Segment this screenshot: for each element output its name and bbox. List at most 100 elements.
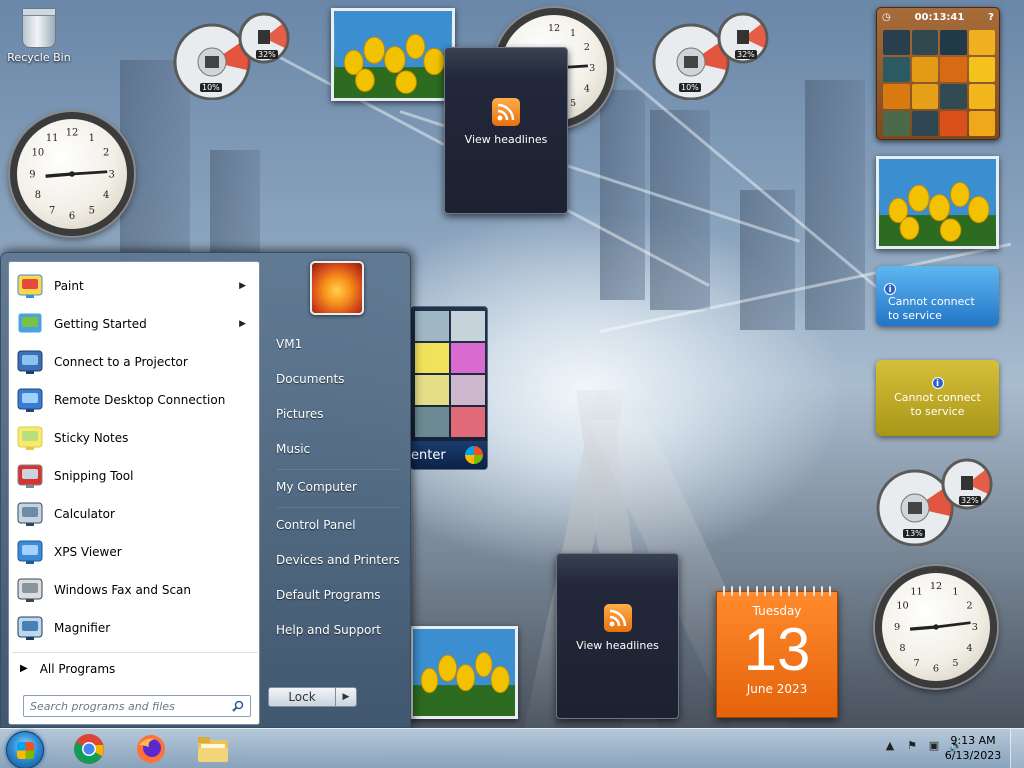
- all-programs-button[interactable]: ▶ All Programs: [12, 652, 258, 684]
- info-icon: i: [884, 283, 896, 295]
- slideshow-gadget-right[interactable]: [876, 156, 999, 249]
- submenu-arrow-icon[interactable]: ▶: [239, 319, 246, 329]
- svg-text:3: 3: [972, 622, 978, 633]
- taskbar-date: 6/13/2023: [944, 749, 1002, 762]
- program-item-getting-started[interactable]: Getting Started ▶: [12, 306, 258, 342]
- user-picture[interactable]: [310, 261, 364, 315]
- firefox-taskbar-button[interactable]: [124, 731, 178, 767]
- clock-gadget-right[interactable]: 12 1 2 3 4567 8 9 10 11: [875, 566, 997, 688]
- taskbar-time: 9:13 AM: [950, 734, 996, 747]
- program-item-paint[interactable]: Paint ▶: [12, 268, 258, 304]
- media-center-gadget[interactable]: enter: [410, 306, 488, 470]
- start-button[interactable]: [6, 731, 44, 768]
- lock-button[interactable]: Lock: [268, 687, 336, 707]
- view-headlines-link[interactable]: View headlines: [445, 133, 567, 146]
- calendar-gadget[interactable]: Tuesday 13 June 2023: [716, 586, 838, 718]
- cpu-meter-gadget-2[interactable]: 10% 32%: [651, 10, 773, 101]
- svg-text:4: 4: [966, 643, 972, 654]
- cpu-meter-gadget-1[interactable]: 10% 32%: [172, 10, 294, 101]
- program-item-snipping-tool[interactable]: Snipping Tool: [12, 458, 258, 494]
- puzzle-help-icon[interactable]: ?: [988, 12, 994, 23]
- recycle-bin[interactable]: Recycle Bin: [1, 8, 77, 64]
- all-programs-label: All Programs: [39, 661, 116, 676]
- weather-gadget-gold[interactable]: i Cannot connect to service: [876, 360, 999, 436]
- snipping-tool-icon: [14, 460, 46, 492]
- search-icon[interactable]: [232, 700, 244, 712]
- start-menu: Paint ▶ Getting Started ▶ Connect to a Proje…: [0, 252, 411, 728]
- start-menu-link-documents[interactable]: Documents: [267, 364, 403, 394]
- ram-usage-value: 32%: [256, 50, 278, 59]
- program-item-calculator[interactable]: Calculator: [12, 496, 258, 532]
- menu-separator: [277, 507, 399, 508]
- svg-text:8: 8: [35, 190, 41, 201]
- windows-logo-icon: [17, 742, 34, 759]
- view-headlines-link[interactable]: View headlines: [557, 639, 678, 652]
- firefox-icon: [137, 735, 165, 763]
- start-menu-link-help-and-support[interactable]: Help and Support: [267, 615, 403, 645]
- program-item-remote-desktop[interactable]: Remote Desktop Connection: [12, 382, 258, 418]
- svg-text:4: 4: [584, 83, 590, 94]
- program-item-sticky-notes[interactable]: Sticky Notes: [12, 420, 258, 456]
- program-item-magnifier[interactable]: Magnifier: [12, 610, 258, 646]
- svg-text:6: 6: [933, 663, 939, 674]
- chrome-taskbar-button[interactable]: [62, 731, 116, 767]
- svg-text:1: 1: [570, 28, 576, 39]
- shutdown-options-button[interactable]: ▶: [335, 687, 357, 707]
- svg-text:1: 1: [89, 133, 95, 144]
- program-label: XPS Viewer: [54, 545, 122, 559]
- chrome-icon: [74, 734, 104, 764]
- cpu-meter-gadget-3[interactable]: 13% 32%: [875, 456, 997, 547]
- program-label: Sticky Notes: [54, 431, 129, 445]
- program-label: Connect to a Projector: [54, 355, 188, 369]
- calculator-icon: [14, 498, 46, 530]
- tulips-photo-icon: [413, 629, 515, 716]
- program-item-xps-viewer[interactable]: XPS Viewer: [12, 534, 258, 570]
- svg-text:2: 2: [584, 42, 590, 53]
- start-menu-link-vm1[interactable]: VM1: [267, 329, 403, 359]
- start-menu-link-devices-and-printers[interactable]: Devices and Printers: [267, 545, 403, 575]
- search-input[interactable]: Search programs and files: [23, 695, 251, 717]
- action-center-flag-icon[interactable]: ⚑: [904, 737, 920, 753]
- file-explorer-taskbar-button[interactable]: [186, 731, 240, 767]
- svg-text:7: 7: [49, 206, 55, 217]
- sticky-notes-icon: [14, 422, 46, 454]
- right-arrow-icon: ▶: [342, 692, 350, 702]
- show-hidden-icons-icon[interactable]: ▲: [882, 737, 898, 753]
- program-item-projector[interactable]: Connect to a Projector: [12, 344, 258, 380]
- svg-text:11: 11: [910, 587, 922, 598]
- recycle-bin-icon: [22, 8, 56, 48]
- paint-icon: [14, 270, 46, 302]
- taskbar: ▲ ⚑ ▣ 🔈 9:13 AM 6/13/2023: [0, 728, 1024, 768]
- remote-desktop-icon: [14, 384, 46, 416]
- taskbar-clock[interactable]: 9:13 AM 6/13/2023: [938, 733, 1008, 763]
- slideshow-gadget-top[interactable]: [331, 8, 455, 101]
- start-menu-link-my-computer[interactable]: My Computer: [267, 472, 403, 502]
- puzzle-tiles[interactable]: [883, 30, 995, 136]
- program-label: Snipping Tool: [54, 469, 134, 483]
- svg-text:3: 3: [108, 169, 114, 180]
- svg-text:4: 4: [103, 190, 109, 201]
- start-menu-link-default-programs[interactable]: Default Programs: [267, 580, 403, 610]
- start-menu-link-pictures[interactable]: Pictures: [267, 399, 403, 429]
- programs-list: Paint ▶ Getting Started ▶ Connect to a Proje…: [8, 261, 260, 725]
- weather-gadget-blue[interactable]: i Cannot connect to service: [876, 266, 999, 326]
- media-center-label: enter: [411, 448, 446, 463]
- calendar-day: 13: [743, 616, 811, 683]
- slideshow-gadget-bottom[interactable]: [410, 626, 518, 719]
- svg-text:3: 3: [589, 63, 595, 74]
- svg-text:9: 9: [894, 622, 900, 633]
- start-menu-link-music[interactable]: Music: [267, 434, 403, 464]
- show-desktop-button[interactable]: [1010, 729, 1024, 768]
- feed-headlines-gadget-bottom[interactable]: View headlines: [556, 553, 679, 719]
- feed-headlines-gadget-top[interactable]: View headlines: [444, 47, 568, 214]
- calendar-spiral: [723, 586, 831, 596]
- clock-gadget-left[interactable]: 12 1 2 3 4567 8 9 10 11: [10, 112, 134, 236]
- svg-text:9: 9: [29, 169, 35, 180]
- submenu-arrow-icon[interactable]: ▶: [239, 281, 246, 291]
- start-menu-link-control-panel[interactable]: Control Panel: [267, 510, 403, 540]
- puzzle-clock-icon: ◷: [882, 11, 891, 23]
- weather-error-text: Cannot connect to service: [888, 295, 975, 322]
- program-item-fax-scan[interactable]: Windows Fax and Scan: [12, 572, 258, 608]
- picture-puzzle-gadget[interactable]: ◷ 00:13:41 ?: [876, 7, 1000, 140]
- program-label: Remote Desktop Connection: [54, 393, 226, 407]
